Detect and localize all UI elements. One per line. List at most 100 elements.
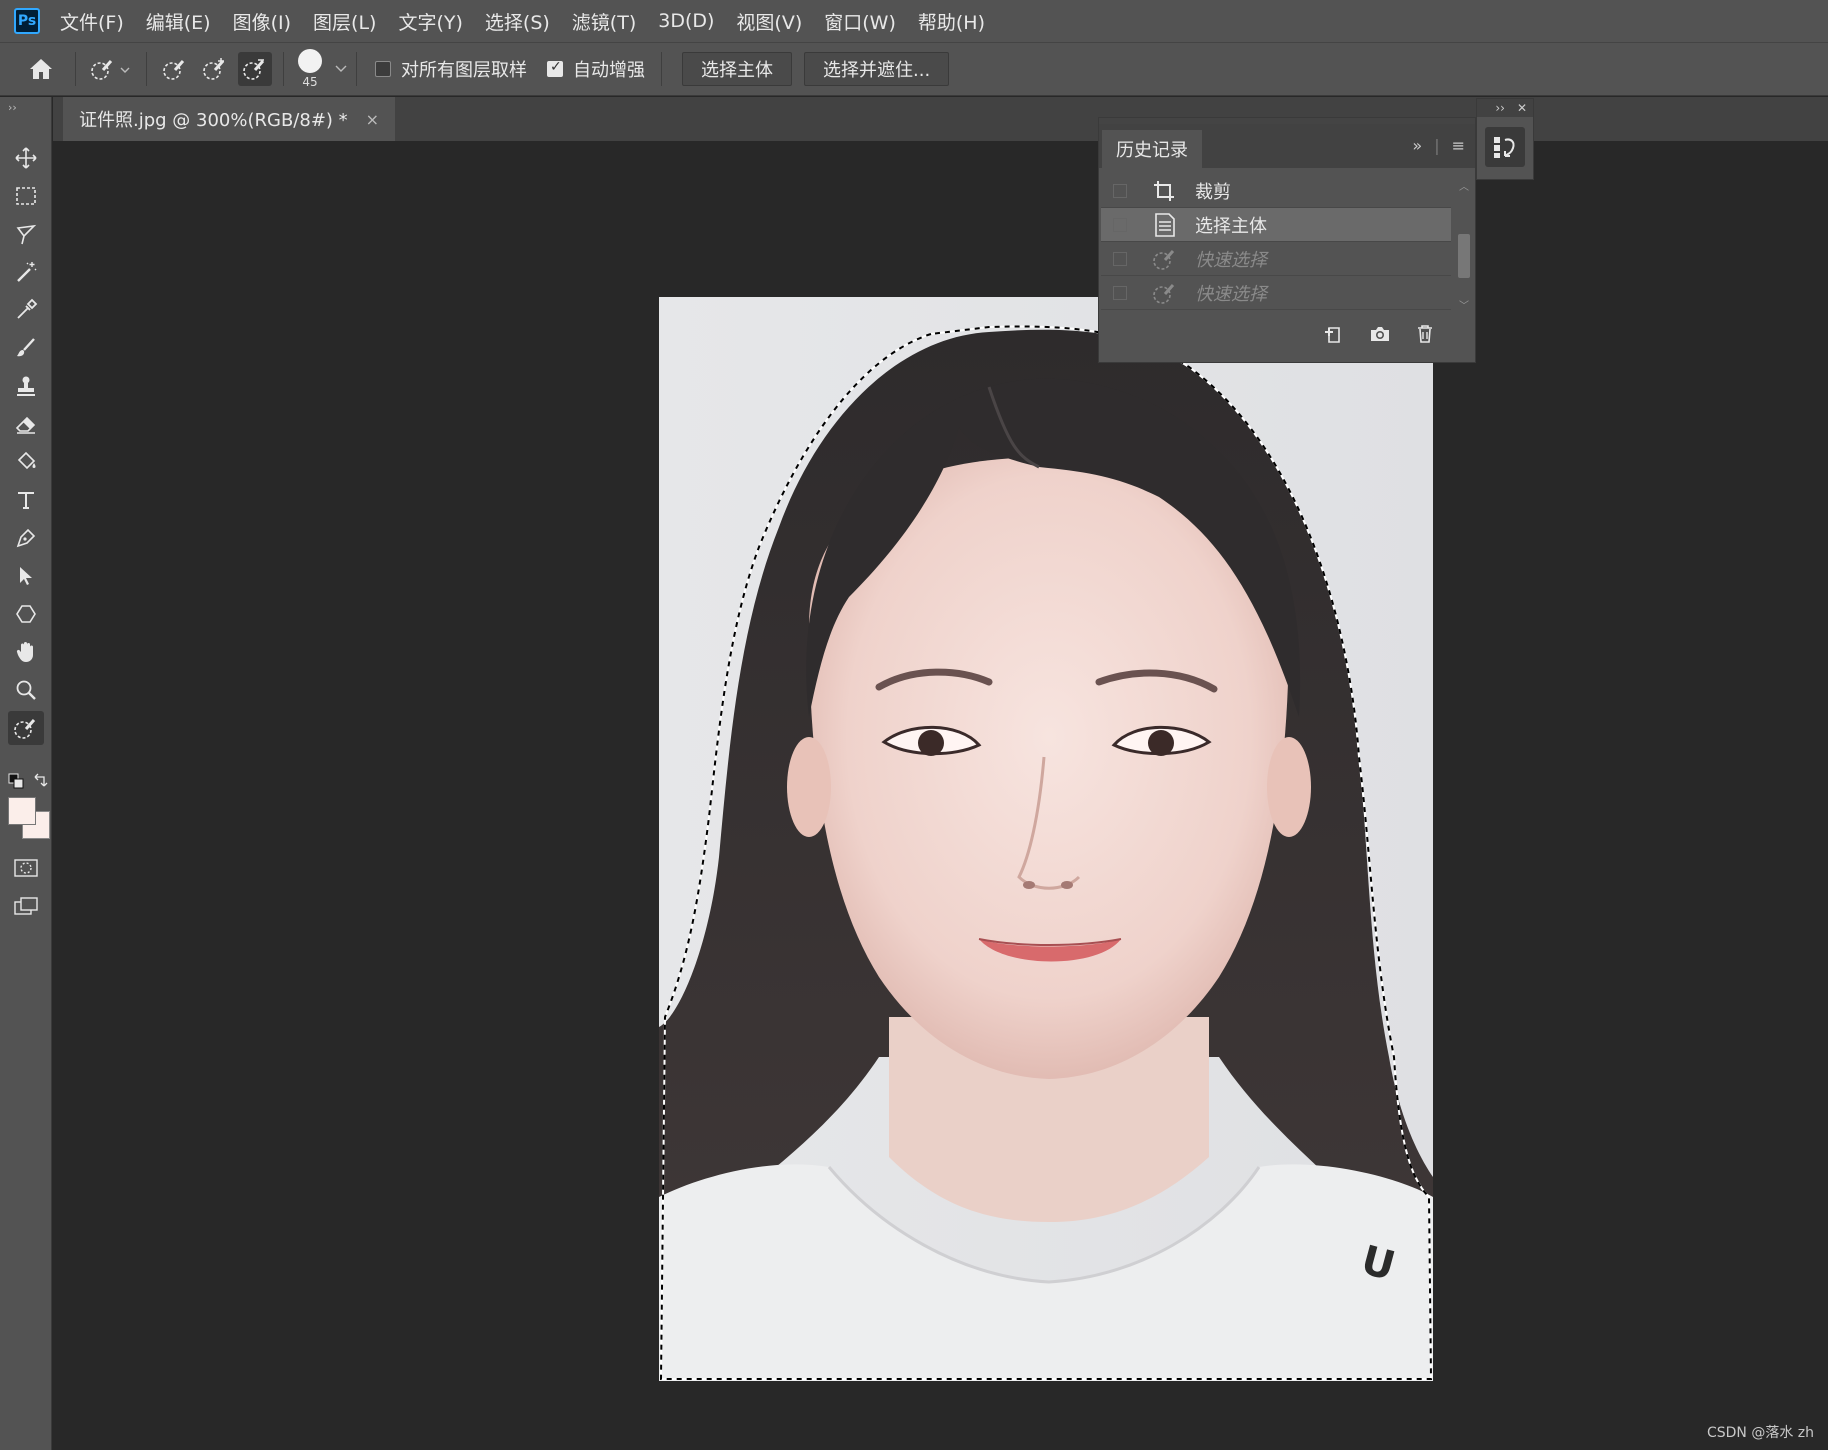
history-scrollbar[interactable]: ︿ ﹀ [1457, 178, 1471, 312]
history-panel: 历史记录 » | ≡ 裁剪 选择主体 快速选择 快速选择 ︿ ﹀ [1098, 117, 1476, 363]
hand-icon[interactable] [8, 635, 44, 669]
paint-bucket-icon[interactable] [8, 445, 44, 479]
chevron-down-icon[interactable] [334, 64, 348, 74]
panel-controls: » | ≡ [1412, 136, 1465, 155]
zoom-icon[interactable] [8, 673, 44, 707]
magic-wand-icon[interactable] [8, 255, 44, 289]
select-and-mask-button[interactable]: 选择并遮住... [804, 52, 950, 86]
trash-icon[interactable] [1415, 324, 1435, 344]
history-item-label: 快速选择 [1195, 283, 1267, 305]
history-item-crop[interactable]: 裁剪 [1101, 174, 1451, 208]
options-separator [661, 52, 662, 86]
default-colors-icon[interactable] [8, 773, 24, 789]
menu-edit[interactable]: 编辑(E) [146, 8, 211, 35]
close-icon[interactable]: × [366, 110, 379, 129]
menu-filter[interactable]: 滤镜(T) [572, 8, 636, 35]
menu-help[interactable]: 帮助(H) [918, 8, 985, 35]
document-tab[interactable]: 证件照.jpg @ 300%(RGB/8#) * × [63, 97, 396, 141]
brush-size-picker[interactable]: 45 [292, 49, 328, 89]
history-brush-source-checkbox[interactable] [1113, 285, 1127, 300]
camera-snapshot-icon[interactable] [1369, 324, 1391, 344]
brush-tip-icon [298, 49, 322, 73]
move-icon[interactable] [8, 141, 44, 175]
menu-select[interactable]: 选择(S) [485, 8, 550, 35]
tools-panel: ›› [0, 97, 52, 1450]
menu-type[interactable]: 文字(Y) [398, 8, 462, 35]
brush-size-value: 45 [302, 75, 318, 89]
scroll-up-icon[interactable]: ︿ [1459, 178, 1469, 193]
menu-image[interactable]: 图像(I) [233, 8, 291, 35]
document-image[interactable]: U [659, 297, 1433, 1381]
type-icon[interactable] [8, 483, 44, 517]
history-item-quick-select[interactable]: 快速选择 [1101, 242, 1451, 276]
expand-panel-icon[interactable]: » [1412, 136, 1422, 155]
scroll-down-icon[interactable]: ﹀ [1459, 297, 1469, 312]
marquee-icon[interactable] [8, 179, 44, 213]
history-brush-source-checkbox[interactable] [1113, 183, 1127, 198]
subtract-from-selection-icon[interactable] [238, 52, 272, 86]
history-item-select-subject[interactable]: 选择主体 [1101, 208, 1451, 242]
crop-icon [1149, 177, 1181, 205]
options-separator [283, 52, 284, 86]
options-separator [356, 52, 357, 86]
add-to-selection-icon[interactable] [198, 52, 232, 86]
sample-all-layers-option[interactable]: 对所有图层取样 [375, 56, 527, 82]
scrollbar-thumb[interactable] [1458, 234, 1470, 278]
history-brush-source-checkbox[interactable] [1113, 217, 1127, 232]
quick-selection-icon [1149, 245, 1181, 273]
document-tab-bar: 证件照.jpg @ 300%(RGB/8#) * × [53, 97, 1828, 141]
collapse-toolbar-icon[interactable]: ›› [8, 101, 17, 114]
stamp-icon[interactable] [8, 369, 44, 403]
brush-icon[interactable] [8, 331, 44, 365]
history-panel-footer [1099, 314, 1475, 354]
menu-file[interactable]: 文件(F) [60, 8, 124, 35]
sample-all-layers-label: 对所有图层取样 [401, 60, 527, 81]
watermark: CSDN @落水 zh [1706, 1425, 1814, 1441]
expand-dock-icon[interactable]: ›› [1495, 101, 1505, 115]
history-item-label: 裁剪 [1195, 181, 1231, 203]
sample-all-layers-checkbox[interactable] [375, 61, 391, 77]
path-selection-icon[interactable] [8, 559, 44, 593]
photoshop-logo: Ps [14, 8, 40, 34]
pen-icon[interactable] [8, 521, 44, 555]
select-subject-button[interactable]: 选择主体 [682, 52, 792, 86]
eraser-icon[interactable] [8, 407, 44, 441]
panel-divider: | [1434, 136, 1440, 155]
history-panel-icon[interactable] [1485, 127, 1525, 167]
close-dock-icon[interactable]: ✕ [1517, 101, 1527, 115]
quick-selection-icon[interactable] [8, 711, 44, 745]
document-icon [1149, 211, 1181, 239]
swap-colors-icon[interactable] [32, 773, 48, 789]
options-separator [146, 52, 147, 86]
screen-mode-icon[interactable] [8, 889, 44, 923]
new-selection-icon[interactable] [158, 52, 192, 86]
options-bar: 45 对所有图层取样 自动增强 选择主体 选择并遮住... [0, 42, 1828, 96]
canvas-area[interactable]: U [53, 141, 1828, 1450]
lasso-icon[interactable] [8, 217, 44, 251]
panel-menu-icon[interactable]: ≡ [1452, 136, 1465, 155]
dock-header: ›› ✕ [1477, 99, 1533, 117]
menu-layer[interactable]: 图层(L) [313, 8, 376, 35]
menu-window[interactable]: 窗口(W) [824, 8, 896, 35]
history-item-label: 快速选择 [1195, 249, 1267, 271]
history-panel-tab[interactable]: 历史记录 [1102, 130, 1202, 168]
home-icon[interactable] [24, 52, 58, 86]
auto-enhance-option[interactable]: 自动增强 [547, 56, 645, 82]
history-brush-source-checkbox[interactable] [1113, 251, 1127, 266]
quick-mask-icon[interactable] [8, 851, 44, 885]
history-item-label: 选择主体 [1195, 215, 1267, 237]
menu-3d[interactable]: 3D(D) [658, 10, 714, 32]
new-document-from-state-icon[interactable] [1323, 324, 1345, 344]
collapsed-panel-dock: ›› ✕ [1476, 98, 1534, 180]
quick-selection-icon [1149, 279, 1181, 307]
auto-enhance-label: 自动增强 [573, 60, 645, 81]
foreground-color-swatch[interactable] [8, 797, 36, 825]
tool-preset-picker[interactable] [87, 52, 135, 86]
history-item-quick-select[interactable]: 快速选择 [1101, 276, 1451, 310]
auto-enhance-checkbox[interactable] [547, 59, 563, 77]
document-tab-title: 证件照.jpg @ 300%(RGB/8#) * [79, 110, 348, 131]
menu-view[interactable]: 视图(V) [736, 8, 802, 35]
shape-icon[interactable] [8, 597, 44, 631]
eyedropper-icon[interactable] [8, 293, 44, 327]
history-panel-header: 历史记录 » | ≡ [1099, 124, 1475, 168]
